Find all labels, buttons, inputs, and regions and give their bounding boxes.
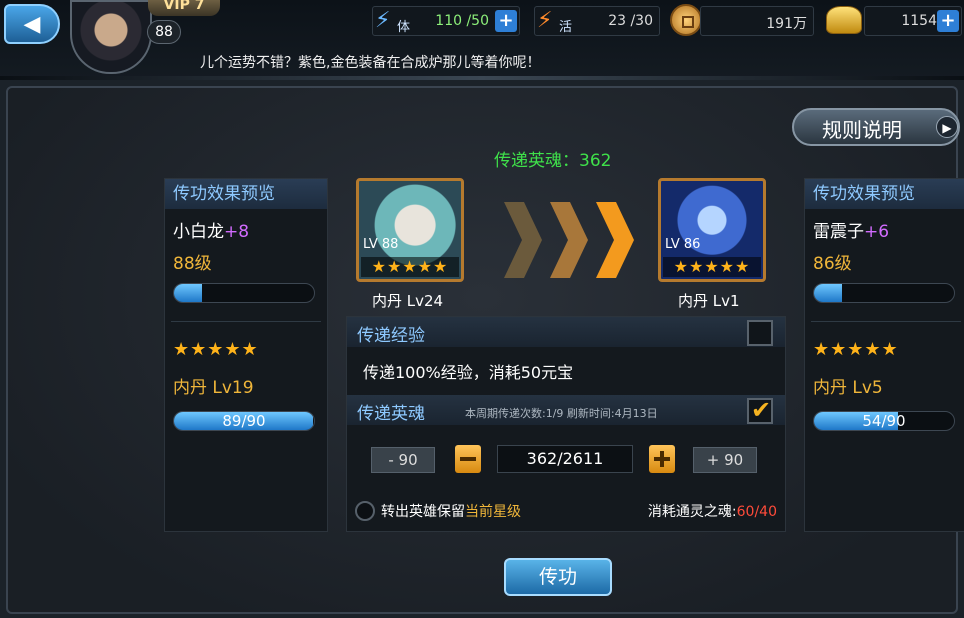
right-hero-level: 86级 xyxy=(813,254,852,274)
left-hero-level: 88级 xyxy=(173,254,212,274)
left-hero-name-row: 小白龙+8 xyxy=(173,217,249,242)
flame-icon: ⚡ xyxy=(537,8,553,33)
keep-star-text: 转出英雄保留当前星级 xyxy=(381,501,521,521)
add-stamina-button[interactable]: + xyxy=(495,10,517,32)
back-button[interactable]: ◀ xyxy=(4,4,60,44)
play-arrow-icon: ▶ xyxy=(936,116,958,138)
left-hero-stars: ★★★★★ xyxy=(173,339,259,360)
add-ingots-button[interactable]: + xyxy=(937,10,959,32)
right-dan-progress: 54/90 xyxy=(862,412,906,430)
left-dan-bar: 89/90 xyxy=(173,411,315,431)
keep-star-radio[interactable] xyxy=(355,501,375,521)
source-hero-level: LV 88 xyxy=(363,237,399,252)
source-hero-card[interactable]: LV 88 ★★★★★ xyxy=(356,178,464,282)
left-hero-name: 小白龙 xyxy=(173,222,224,242)
ingots-value: 1154 xyxy=(901,13,937,29)
right-dan-bar: 54/90 xyxy=(813,411,955,431)
stamina-value: 110 /50 xyxy=(435,13,489,29)
target-hero-level: LV 86 xyxy=(665,237,701,252)
soul-cost-text: 消耗通灵之魂:60/40 xyxy=(648,501,777,521)
stamina-label: 体 xyxy=(397,20,411,35)
transfer-arrow-icon xyxy=(546,198,590,282)
back-arrow-icon: ◀ xyxy=(23,11,41,37)
transfer-arrow-icon xyxy=(592,198,636,282)
right-preview-panel: 传功效果预览 雷震子+6 86级 ★★★★★ 内丹 Lv5 54/90 xyxy=(804,178,964,532)
lightning-icon: ⚡ xyxy=(375,8,391,33)
transfer-exp-header: 传递经验 xyxy=(347,317,785,347)
left-hero-plus: +8 xyxy=(224,222,250,242)
right-hero-name-row: 雷震子+6 xyxy=(813,217,889,242)
transfer-button[interactable]: 传功 xyxy=(504,558,612,596)
marquee-notice: 儿个运势不错？紫色,金色装备在合成炉那儿等着你呢！ xyxy=(200,55,541,71)
target-hero-dan: 内丹 Lv1 xyxy=(678,292,740,310)
transfer-week-info: 本周期传递次数:1/9 刷新时间:4月13日 xyxy=(465,407,658,420)
left-exp-fill xyxy=(174,284,202,302)
coins-value: 191万 xyxy=(766,16,807,32)
player-level-badge: 88 xyxy=(147,20,181,44)
soul-cost-value: 60/40 xyxy=(736,504,777,520)
left-inner-dan: 内丹 Lv19 xyxy=(173,378,254,398)
vitality-label: 活 xyxy=(559,20,573,35)
right-hero-stars: ★★★★★ xyxy=(813,339,899,360)
transfer-soul-total: 传递英魂：362 xyxy=(494,151,612,171)
source-hero-stars: ★★★★★ xyxy=(361,257,459,277)
keep-star-highlight: 当前星级 xyxy=(465,504,521,520)
left-exp-bar xyxy=(173,283,315,303)
transfer-options-panel: 传递经验 传递100%经验，消耗50元宝 传递英魂 本周期传递次数:1/9 刷新… xyxy=(346,316,786,532)
plus-90-button[interactable]: + 90 xyxy=(693,447,757,473)
vip-badge: VIP 7 xyxy=(148,0,220,16)
soul-cost-prefix: 消耗通灵之魂: xyxy=(647,504,737,520)
transfer-soul-header: 传递英魂 本周期传递次数:1/9 刷新时间:4月13日 xyxy=(347,395,785,425)
left-preview-panel: 传功效果预览 小白龙+8 88级 ★★★★★ 内丹 Lv19 89/90 xyxy=(164,178,328,532)
right-preview-title: 传功效果预览 xyxy=(805,179,964,209)
right-hero-plus: +6 xyxy=(864,222,890,242)
keep-star-prefix: 转出英雄保留 xyxy=(381,504,465,520)
copper-coin-icon xyxy=(670,4,702,36)
transfer-exp-title: 传递经验 xyxy=(357,326,425,346)
minus-90-button[interactable]: - 90 xyxy=(371,447,435,473)
gold-ingot-icon xyxy=(826,6,862,34)
target-hero-card[interactable]: LV 86 ★★★★★ xyxy=(658,178,766,282)
left-dan-progress: 89/90 xyxy=(222,412,266,430)
coins-stat: 191万 xyxy=(700,6,814,36)
right-exp-bar xyxy=(813,283,955,303)
plus-icon[interactable] xyxy=(649,445,675,473)
left-preview-title: 传功效果预览 xyxy=(165,179,327,209)
transfer-exp-description: 传递100%经验，消耗50元宝 xyxy=(363,363,574,382)
source-hero-dan: 内丹 Lv24 xyxy=(372,292,444,310)
soul-amount-display: 362/2611 xyxy=(497,445,633,473)
ingots-stat: 1154 + xyxy=(864,6,962,36)
transfer-exp-checkbox[interactable] xyxy=(747,320,773,346)
left-divider xyxy=(171,321,321,322)
stamina-stat: ⚡ 体 110 /50 + xyxy=(372,6,520,36)
right-inner-dan: 内丹 Lv5 xyxy=(813,378,883,398)
vitality-stat: ⚡ 活 23 /30 xyxy=(534,6,660,36)
transfer-soul-checkbox[interactable] xyxy=(747,396,773,424)
target-hero-stars: ★★★★★ xyxy=(663,257,761,277)
right-divider xyxy=(811,321,961,322)
transfer-arrow-icon xyxy=(500,198,544,282)
vitality-value: 23 /30 xyxy=(608,13,653,29)
right-hero-name: 雷震子 xyxy=(813,222,864,242)
rules-button-label: 规则说明 xyxy=(822,118,902,142)
transfer-soul-title: 传递英魂 xyxy=(357,404,425,424)
right-exp-fill xyxy=(814,284,842,302)
minus-icon[interactable] xyxy=(455,445,481,473)
header-divider xyxy=(0,76,964,80)
